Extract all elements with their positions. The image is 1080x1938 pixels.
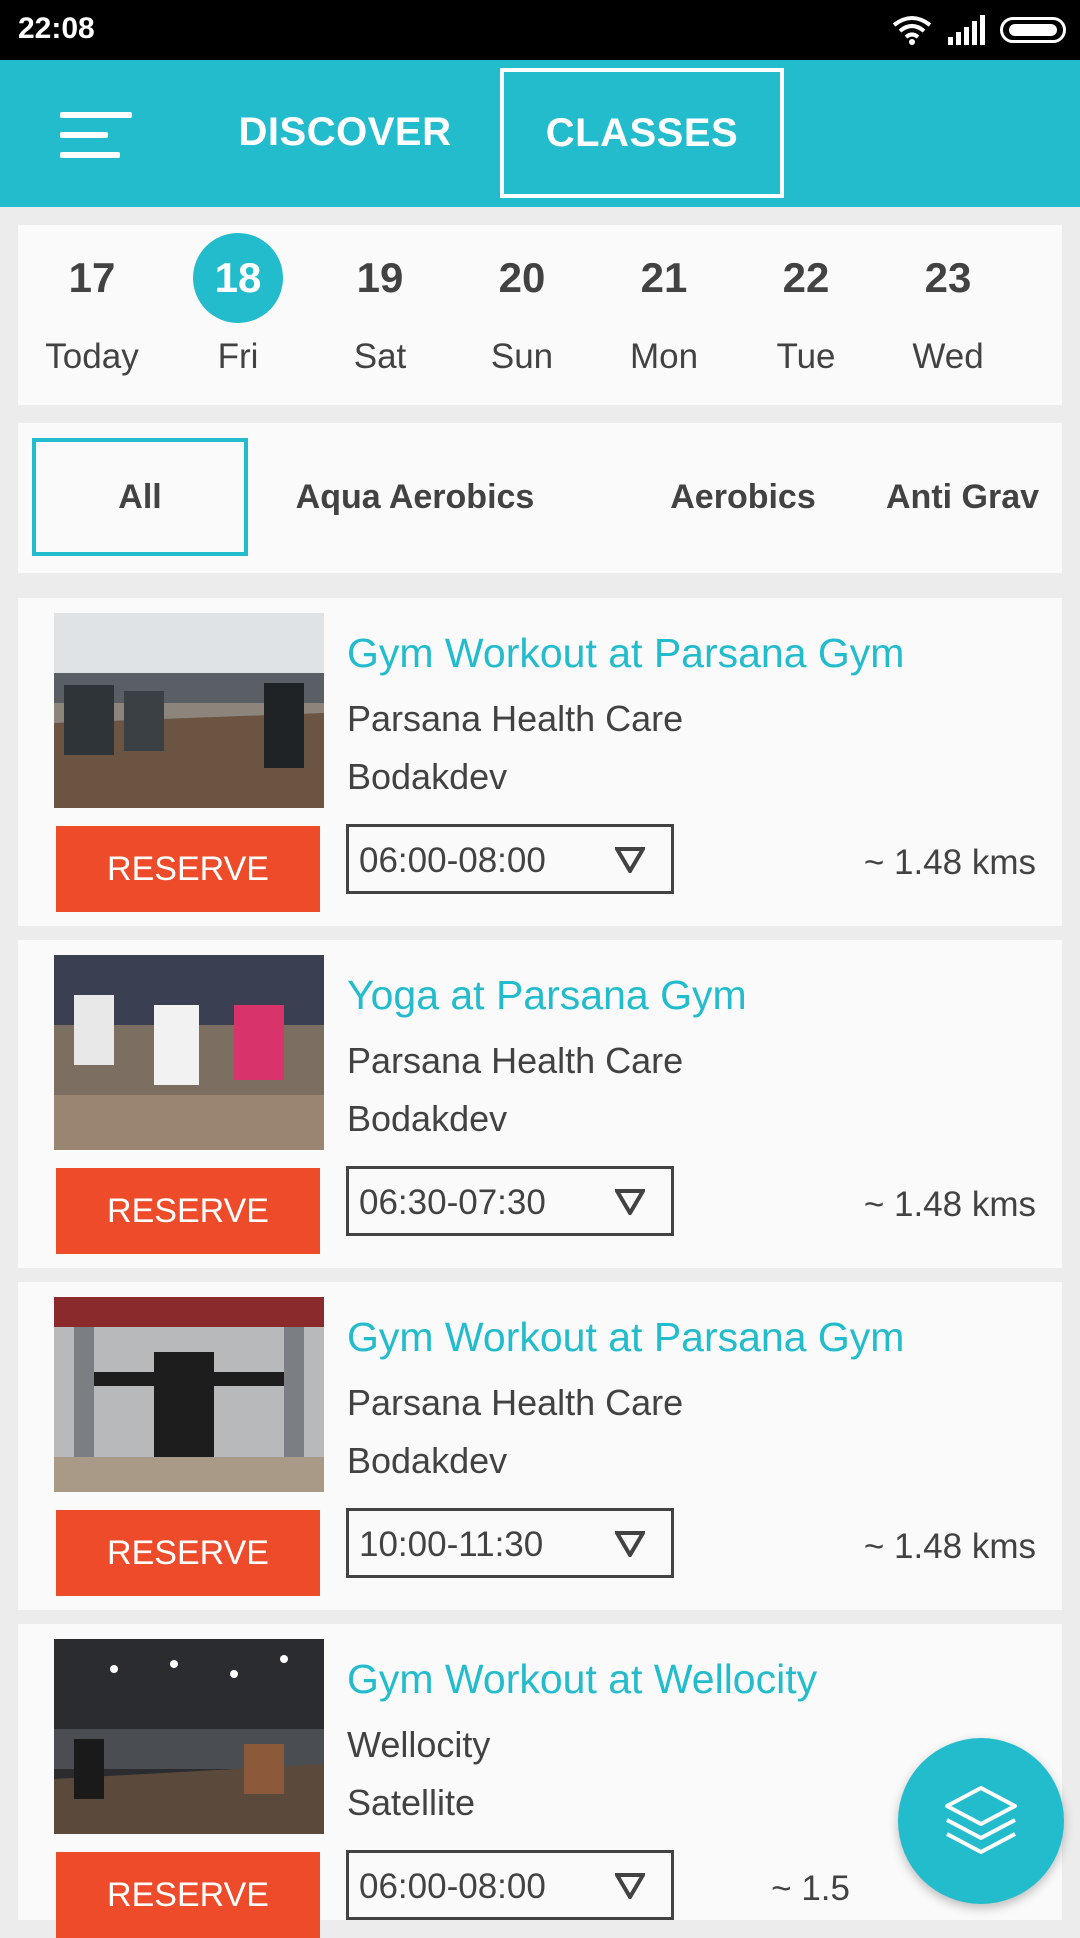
time-slot-dropdown[interactable]: 10:00-11:30 [346, 1508, 674, 1578]
date-selector: 17 Today 18 Fri 19 Sat 20 Sun 21 Mon 22 … [18, 225, 1062, 405]
class-distance: ~ 1.48 kms [863, 1185, 1036, 1224]
hamburger-icon[interactable] [60, 112, 132, 158]
status-icons [892, 12, 1066, 48]
time-slot-dropdown[interactable]: 06:00-08:00 [346, 824, 674, 894]
class-image [54, 1297, 324, 1492]
time-slot-value: 06:30-07:30 [359, 1183, 546, 1222]
reserve-button[interactable]: RESERVE [56, 826, 320, 912]
category-all[interactable]: All [32, 438, 248, 556]
class-venue: Parsana Health Care [347, 1040, 684, 1081]
category-aerobics[interactable]: Aerobics [638, 438, 848, 556]
class-title[interactable]: Yoga at Parsana Gym [347, 972, 747, 1019]
class-card[interactable]: Yoga at Parsana Gym Parsana Health Care … [18, 940, 1062, 1268]
date-number-selected: 18 [193, 233, 283, 323]
status-time: 22:08 [18, 12, 95, 45]
date-number: 23 [924, 254, 972, 301]
triangle-down-icon [615, 1531, 645, 1557]
class-card[interactable]: Gym Workout at Parsana Gym Parsana Healt… [18, 598, 1062, 926]
date-number: 21 [640, 254, 688, 301]
reserve-button[interactable]: RESERVE [56, 1852, 320, 1938]
date-number: 20 [498, 254, 546, 301]
time-slot-value: 10:00-11:30 [359, 1525, 544, 1564]
class-title[interactable]: Gym Workout at Wellocity [347, 1656, 817, 1703]
triangle-down-icon [615, 1873, 645, 1899]
signal-icon [948, 15, 985, 45]
date-number: 17 [68, 254, 116, 301]
layers-fab-button[interactable] [898, 1738, 1064, 1904]
class-distance: ~ 1.48 kms [863, 843, 1036, 882]
app-bar: DISCOVER CLASSES [0, 60, 1080, 207]
time-slot-value: 06:00-08:00 [359, 841, 546, 880]
class-venue: Parsana Health Care [347, 1382, 684, 1423]
date-label: Wed [912, 337, 984, 376]
class-image [54, 1639, 324, 1834]
status-bar: 22:08 [0, 0, 1080, 60]
class-area: Bodakdev [347, 756, 508, 797]
class-card[interactable]: Gym Workout at Parsana Gym Parsana Healt… [18, 1282, 1062, 1610]
class-card[interactable]: Gym Workout at Wellocity Wellocity Satel… [18, 1624, 1062, 1938]
category-anti-gravity[interactable]: Anti Grav [886, 438, 1062, 556]
class-image [54, 955, 324, 1150]
time-slot-value: 06:00-08:00 [359, 1867, 546, 1906]
tab-classes[interactable]: CLASSES [500, 68, 784, 198]
class-venue: Wellocity [347, 1724, 491, 1765]
class-distance: ~ 1.48 kms [863, 1527, 1036, 1566]
wifi-icon [892, 16, 932, 45]
triangle-down-icon [615, 1189, 645, 1215]
layers-icon [945, 1786, 1017, 1854]
category-aqua-aerobics[interactable]: Aqua Aerobics [280, 438, 550, 556]
class-area: Satellite [347, 1782, 476, 1823]
class-venue: Parsana Health Care [347, 698, 684, 739]
class-area: Bodakdev [347, 1440, 508, 1481]
reserve-button[interactable]: RESERVE [56, 1510, 320, 1596]
date-number: 19 [356, 254, 404, 301]
triangle-down-icon [615, 847, 645, 873]
time-slot-dropdown[interactable]: 06:30-07:30 [346, 1166, 674, 1236]
class-title[interactable]: Gym Workout at Parsana Gym [347, 630, 904, 677]
reserve-button[interactable]: RESERVE [56, 1168, 320, 1254]
class-image [54, 613, 324, 808]
time-slot-dropdown[interactable]: 06:00-08:00 [346, 1850, 674, 1920]
date-number: 22 [782, 254, 830, 301]
class-title[interactable]: Gym Workout at Parsana Gym [347, 1314, 904, 1361]
class-area: Bodakdev [347, 1098, 508, 1139]
battery-icon [1000, 17, 1066, 43]
class-distance: ~ 1.5 [771, 1869, 850, 1908]
tab-discover[interactable]: DISCOVER [215, 66, 475, 198]
category-filter: All Aqua Aerobics Aerobics Anti Grav [18, 423, 1062, 573]
